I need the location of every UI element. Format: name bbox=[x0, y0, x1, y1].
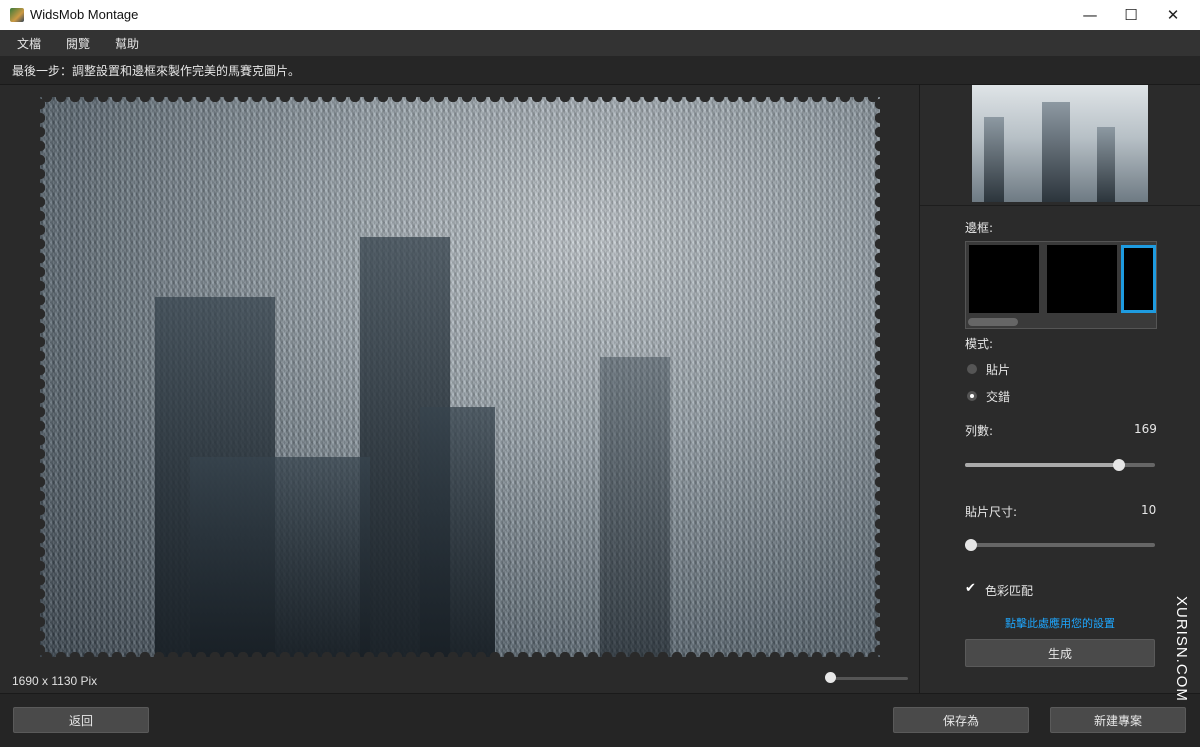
border-options-strip bbox=[965, 241, 1157, 329]
title-bar: WidsMob Montage — ☐ ✕ bbox=[0, 0, 1200, 30]
image-dimensions: 1690 x 1130 Pix bbox=[12, 674, 98, 688]
app-icon bbox=[10, 8, 24, 22]
apply-settings-link[interactable]: 點擊此處應用您的設置 bbox=[965, 615, 1155, 631]
border-option-blue-stamp[interactable] bbox=[1121, 245, 1156, 313]
preview-building bbox=[600, 357, 670, 657]
menu-file[interactable]: 文檔 bbox=[17, 35, 41, 52]
source-thumbnail bbox=[972, 85, 1148, 202]
settings-sidebar: 邊框: 模式: 貼片 交錯 列數: 169 貼片尺寸: 10 ✔ 色彩匹配 點擊… bbox=[919, 85, 1200, 693]
footer-bar: 返回 保存為 新建專案 bbox=[0, 693, 1200, 747]
mode-interlace-label[interactable]: 交錯 bbox=[986, 388, 1010, 405]
stamp-border-left bbox=[35, 97, 45, 657]
mode-tile-radio[interactable] bbox=[967, 364, 977, 374]
columns-slider-fill bbox=[965, 463, 1119, 467]
close-button[interactable]: ✕ bbox=[1153, 0, 1193, 30]
columns-label: 列數: bbox=[965, 424, 994, 438]
stamp-border-right bbox=[875, 97, 885, 657]
mode-tile-label[interactable]: 貼片 bbox=[986, 361, 1010, 378]
back-button[interactable]: 返回 bbox=[13, 707, 149, 733]
preview-building bbox=[190, 457, 370, 657]
columns-slider[interactable] bbox=[965, 459, 1155, 471]
menu-bar: 文檔 閱覽 幫助 bbox=[0, 30, 1200, 56]
minimize-button[interactable]: — bbox=[1070, 0, 1110, 30]
tile-size-label: 貼片尺寸: bbox=[965, 505, 1018, 519]
mode-interlace-radio[interactable] bbox=[967, 391, 977, 401]
save-as-button[interactable]: 保存為 bbox=[893, 707, 1029, 733]
generate-button[interactable]: 生成 bbox=[965, 639, 1155, 667]
instruction-text: 最後一步：調整設置和邊框來製作完美的馬賽克圖片。 bbox=[12, 64, 301, 78]
instruction-bar: 最後一步：調整設置和邊框來製作完美的馬賽克圖片。 bbox=[0, 56, 1200, 85]
tile-size-slider[interactable] bbox=[964, 539, 1155, 551]
mode-label: 模式: bbox=[965, 337, 994, 351]
border-label: 邊框: bbox=[965, 221, 994, 235]
columns-slider-knob[interactable] bbox=[1112, 459, 1125, 471]
preview-building bbox=[420, 407, 495, 657]
color-match-checkbox[interactable]: ✔ bbox=[965, 582, 977, 595]
zoom-slider-knob[interactable] bbox=[825, 672, 836, 683]
menu-view[interactable]: 閱覽 bbox=[66, 35, 90, 52]
columns-value: 169 bbox=[1134, 422, 1157, 436]
stamp-border-top bbox=[40, 92, 880, 102]
menu-help[interactable]: 幫助 bbox=[115, 35, 139, 52]
tile-size-slider-knob[interactable] bbox=[964, 539, 977, 551]
border-option-black[interactable] bbox=[1047, 245, 1117, 313]
zoom-slider[interactable] bbox=[828, 677, 908, 680]
tile-size-value: 10 bbox=[1141, 503, 1157, 517]
border-option-none[interactable] bbox=[969, 245, 1039, 313]
new-project-button[interactable]: 新建專案 bbox=[1050, 707, 1186, 733]
stamp-border-bottom bbox=[40, 652, 880, 662]
window-title: WidsMob Montage bbox=[30, 7, 139, 22]
watermark-text: XURISN.COM bbox=[1173, 596, 1190, 702]
border-strip-scrollbar[interactable] bbox=[968, 318, 1018, 326]
mosaic-preview-image[interactable] bbox=[40, 97, 880, 657]
maximize-button[interactable]: ☐ bbox=[1111, 0, 1151, 30]
color-match-label[interactable]: 色彩匹配 bbox=[985, 582, 1033, 599]
sidebar-divider bbox=[920, 205, 1200, 206]
preview-canvas-area bbox=[0, 85, 918, 693]
